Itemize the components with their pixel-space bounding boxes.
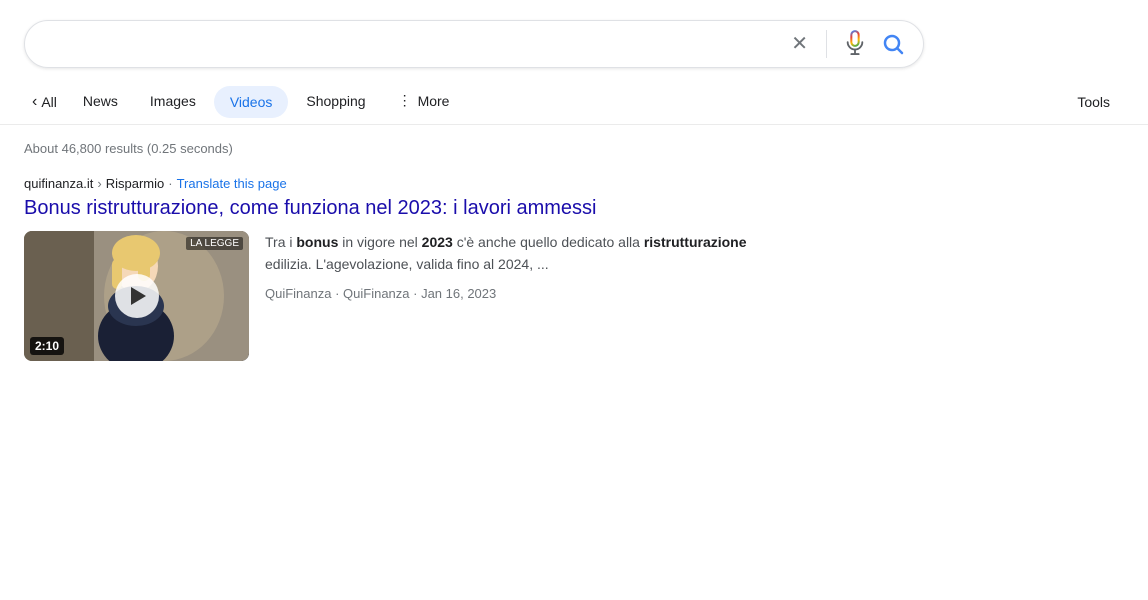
play-button[interactable]: [115, 274, 159, 318]
tab-shopping-label: Shopping: [306, 93, 365, 109]
tab-all[interactable]: ‹ All: [24, 83, 65, 121]
search-divider: [826, 30, 827, 58]
result-snippet: Tra i bonus in vigore nel 2023 c'è anche…: [265, 231, 764, 305]
video-thumbnail[interactable]: 2:10 LA LEGGE: [24, 231, 249, 361]
tab-news[interactable]: News: [69, 81, 132, 124]
tab-videos-label: Videos: [230, 94, 273, 110]
result-item: quifinanza.it › Risparmio · Translate th…: [24, 176, 764, 361]
result-breadcrumb-sep: ›: [97, 176, 101, 191]
result-url-line: quifinanza.it › Risparmio · Translate th…: [24, 176, 764, 191]
tab-more[interactable]: ⋮ More: [384, 80, 464, 124]
play-triangle-icon: [131, 287, 146, 305]
dots-icon: ⋮: [398, 92, 412, 109]
tabs-bar: ‹ All News Images Videos Shopping ⋮ More…: [0, 80, 1148, 125]
search-box: bonus ristrutturazione 2023 ✕: [24, 20, 924, 68]
chevron-left-icon: ‹: [32, 93, 37, 111]
tab-images-label: Images: [150, 93, 196, 109]
video-duration: 2:10: [30, 337, 64, 355]
tab-news-label: News: [83, 93, 118, 109]
result-title[interactable]: Bonus ristrutturazione, come funziona ne…: [24, 195, 764, 221]
tab-images[interactable]: Images: [136, 81, 210, 124]
search-bar-area: bonus ristrutturazione 2023 ✕: [0, 0, 1148, 80]
tools-button[interactable]: Tools: [1063, 84, 1124, 120]
result-url-breadcrumb: Risparmio: [106, 176, 165, 191]
tab-all-label: All: [41, 94, 57, 110]
tab-shopping[interactable]: Shopping: [292, 81, 379, 124]
result-body: 2:10 LA LEGGE Tra i bonus in vigore nel …: [24, 231, 764, 361]
result-breadcrumb-dot: ·: [168, 176, 172, 191]
microphone-icon[interactable]: [841, 30, 869, 58]
result-snippet-text: Tra i bonus in vigore nel 2023 c'è anche…: [265, 231, 764, 276]
results-stats: About 46,800 results (0.25 seconds): [24, 141, 1124, 156]
result-url-site: quifinanza.it: [24, 176, 93, 191]
search-submit-icon[interactable]: [879, 30, 907, 58]
video-watermark: LA LEGGE: [186, 237, 243, 250]
search-input[interactable]: bonus ristrutturazione 2023: [41, 34, 787, 55]
tab-more-label: More: [418, 93, 450, 109]
search-icons: ✕: [787, 30, 907, 58]
result-source: QuiFinanza · QuiFinanza · Jan 16, 2023: [265, 284, 764, 305]
tab-videos[interactable]: Videos: [214, 86, 289, 118]
results-area: About 46,800 results (0.25 seconds) quif…: [0, 125, 1148, 377]
clear-icon[interactable]: ✕: [787, 30, 812, 58]
translate-link[interactable]: Translate this page: [177, 176, 287, 191]
